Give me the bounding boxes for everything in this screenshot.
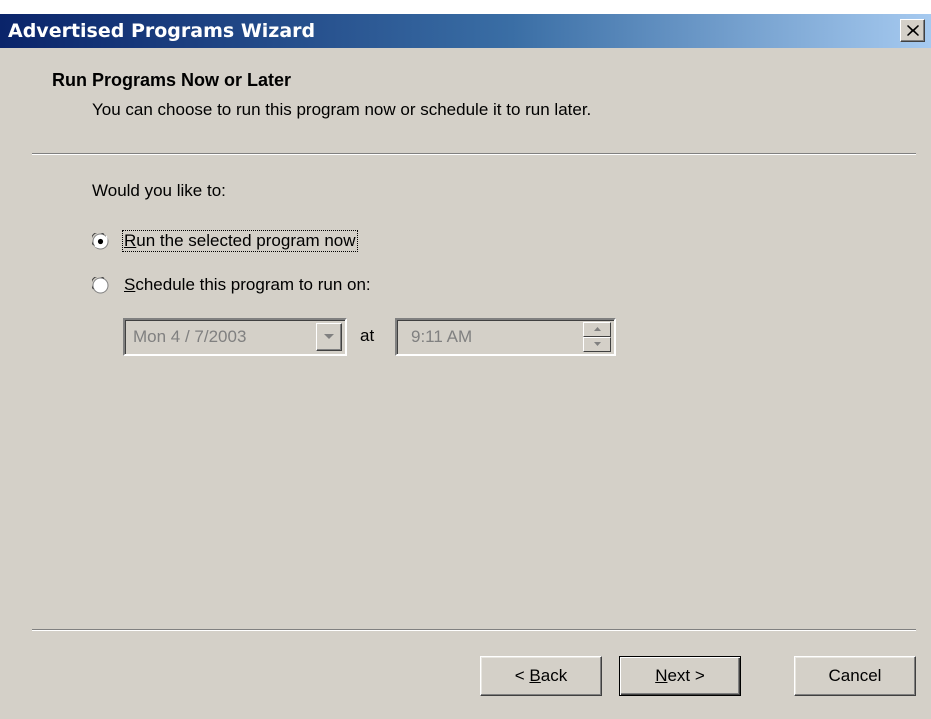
schedule-date-picker[interactable]: Mon 4 / 7/2003 xyxy=(123,318,347,356)
cancel-button[interactable]: Cancel xyxy=(794,656,916,696)
schedule-text: chedule this program to run on: xyxy=(135,275,371,294)
schedule-date-value: Mon 4 / 7/2003 xyxy=(133,327,247,346)
footer-separator xyxy=(32,629,916,631)
at-label: at xyxy=(360,326,375,345)
schedule-mnemonic: S xyxy=(124,275,136,294)
close-button[interactable] xyxy=(900,19,925,42)
schedule-time-picker[interactable]: 9:11 AM xyxy=(395,318,616,356)
chevron-up-icon xyxy=(594,327,601,331)
schedule-label[interactable]: Schedule this program to run on: xyxy=(123,275,372,295)
run-now-mnemonic: R xyxy=(124,231,137,250)
next-text: ext > xyxy=(667,666,705,685)
window-title: Advertised Programs Wizard xyxy=(8,20,316,42)
time-spin-up-button[interactable] xyxy=(583,322,611,337)
chevron-down-icon xyxy=(594,342,601,346)
close-icon xyxy=(907,25,919,36)
run-now-label[interactable]: Run the selected program now xyxy=(122,230,358,252)
back-mnemonic: B xyxy=(529,666,541,685)
next-mnemonic: N xyxy=(655,666,668,685)
date-dropdown-button[interactable] xyxy=(316,323,342,351)
run-now-option[interactable]: Run the selected program now xyxy=(92,230,358,252)
schedule-option[interactable]: Schedule this program to run on: xyxy=(92,274,372,296)
back-button[interactable]: < Back xyxy=(480,656,602,696)
top-strip xyxy=(0,0,931,14)
time-spin-down-button[interactable] xyxy=(583,337,611,352)
back-prefix: < xyxy=(514,666,530,685)
page-subtitle: You can choose to run this program now o… xyxy=(92,100,592,119)
wizard-window: Advertised Programs Wizard Run Programs … xyxy=(0,0,931,719)
title-bar[interactable]: Advertised Programs Wizard xyxy=(0,14,931,48)
page-title: Run Programs Now or Later xyxy=(52,70,292,90)
radio-checked-icon[interactable] xyxy=(92,232,109,250)
chevron-down-icon xyxy=(324,334,334,339)
next-button[interactable]: Next > xyxy=(619,656,741,696)
radio-unchecked-icon[interactable] xyxy=(92,276,109,294)
run-now-text: un the selected program now xyxy=(136,231,356,250)
back-text: ack xyxy=(540,666,568,685)
question-label: Would you like to: xyxy=(92,181,226,200)
header-separator xyxy=(32,153,916,155)
schedule-time-value: 9:11 AM xyxy=(411,327,473,346)
